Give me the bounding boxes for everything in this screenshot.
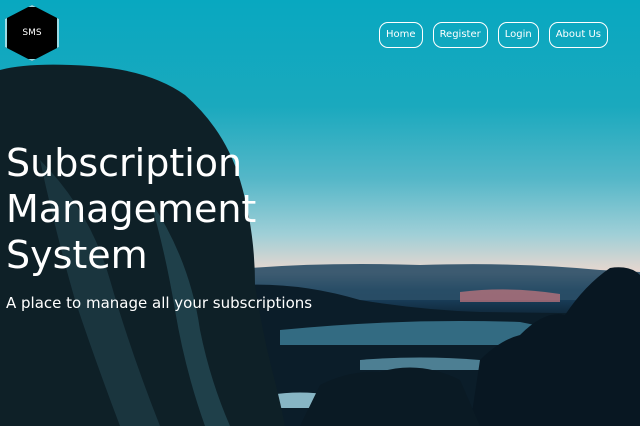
title-line-3: System bbox=[6, 233, 148, 277]
top-nav: Home Register Login About Us bbox=[379, 22, 608, 48]
title-line-1: Subscription bbox=[6, 141, 243, 185]
nav-home-button[interactable]: Home bbox=[379, 22, 423, 48]
title-line-2: Management bbox=[6, 187, 257, 231]
page-title: Subscription Management System bbox=[6, 140, 256, 278]
nav-about-button[interactable]: About Us bbox=[548, 22, 608, 48]
nav-login-button[interactable]: Login bbox=[497, 22, 539, 48]
logo-text: SMS bbox=[22, 28, 42, 38]
nav-register-button[interactable]: Register bbox=[432, 22, 488, 48]
hero-tagline: A place to manage all your subscriptions bbox=[6, 294, 313, 312]
